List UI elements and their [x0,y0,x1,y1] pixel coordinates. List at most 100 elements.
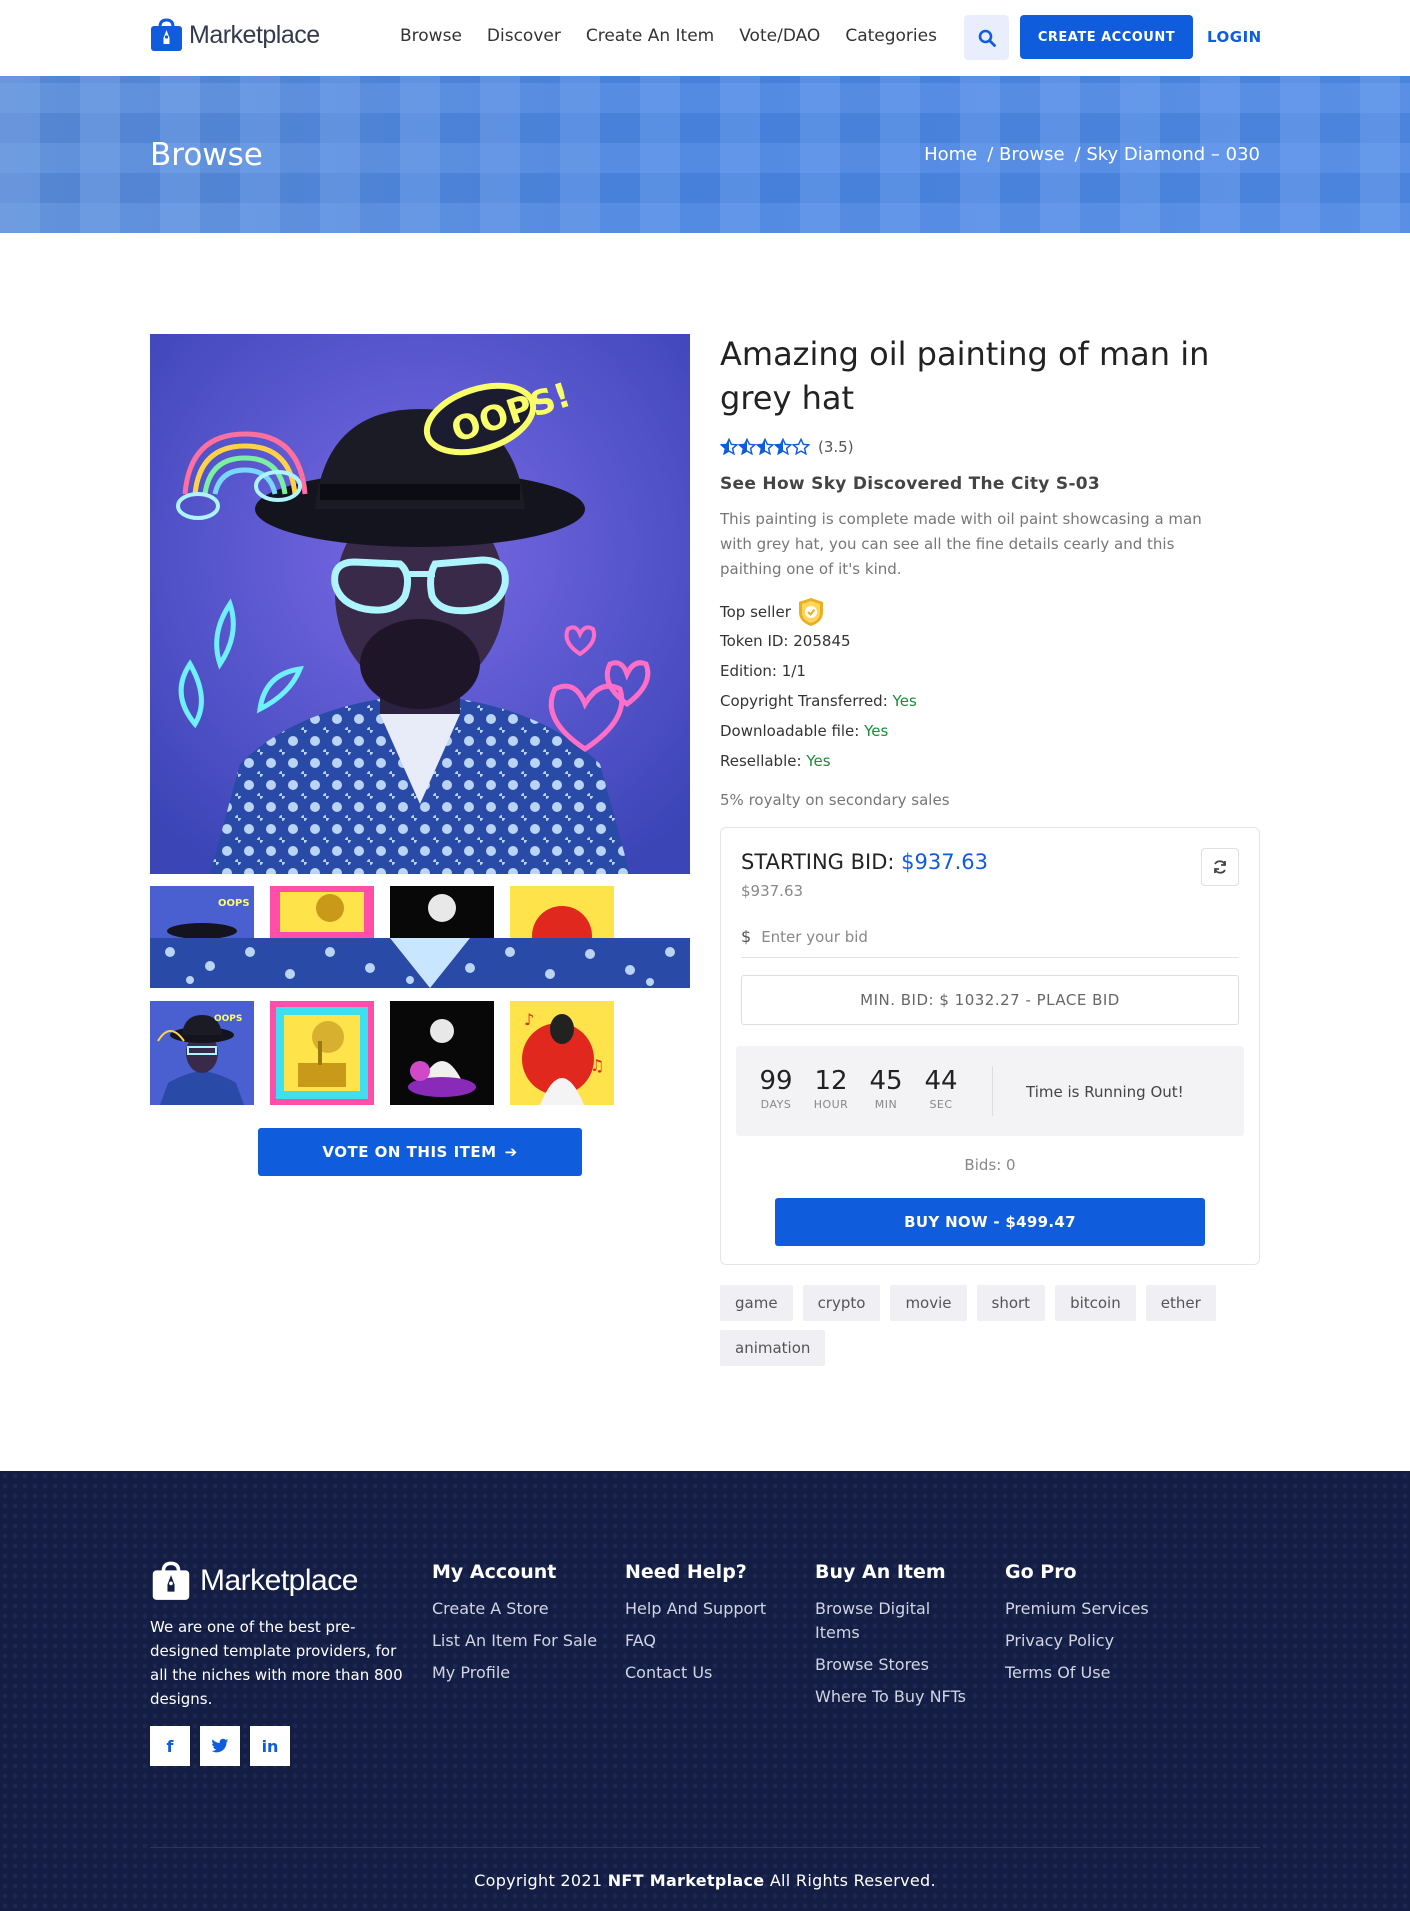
login-link[interactable]: LOGIN [1207,28,1262,46]
token-id: Token ID: 205845 [720,632,851,650]
thumbnail-2[interactable] [270,1001,374,1105]
timer-days-label: DAYS [760,1098,792,1111]
timer-seconds: 44 SEC [913,1066,969,1111]
timer-hours: 12 HOUR [803,1066,859,1111]
place-bid-button[interactable]: MIN. BID: $ 1032.27 - PLACE BID [741,975,1239,1025]
tag-short[interactable]: short [976,1285,1046,1321]
shopping-bag-icon [151,18,182,51]
image-strip: OOPS [150,886,690,988]
twitter-icon[interactable] [200,1726,240,1766]
vote-button[interactable]: VOTE ON THIS ITEM ➔ [258,1128,582,1176]
footer-divider [150,1847,1260,1848]
footer-col-title: Go Pro [1005,1561,1077,1583]
thumbnail-list: OOPS ♪ ♫ [150,1001,630,1105]
footer-link-privacy[interactable]: Privacy Policy [1005,1629,1175,1653]
page-title: Browse [150,137,263,173]
star-rating [720,438,810,456]
footer-about: We are one of the best pre-designed temp… [150,1618,403,1708]
footer-link-premium[interactable]: Premium Services [1005,1597,1175,1621]
timer-days-value: 99 [759,1066,793,1096]
svg-text:OOPS: OOPS [214,1014,242,1024]
create-account-button[interactable]: CREATE ACCOUNT [1020,15,1193,59]
star-half-icon [774,438,792,456]
resellable: Resellable: Yes [720,752,831,770]
product-main-image: OOPS! [150,334,690,874]
starting-bid-label: STARTING BID: [741,850,895,874]
countdown-timer: 99 DAYS 12 HOUR 45 MIN 44 SEC Time is Ru… [736,1046,1244,1136]
tag-movie[interactable]: movie [890,1285,967,1321]
footer-col-title: My Account [432,1561,557,1583]
footer-brand-name: Marketplace [200,1564,358,1597]
refresh-button[interactable] [1201,848,1239,886]
shield-badge-icon [798,598,823,626]
copyright-suffix: All Rights Reserved. [769,1871,936,1890]
tag-animation[interactable]: animation [720,1330,826,1366]
tag-bitcoin[interactable]: bitcoin [1055,1285,1136,1321]
linkedin-icon[interactable]: in [250,1726,290,1766]
nav-vote-dao[interactable]: Vote/DAO [739,26,820,46]
tag-ether[interactable]: ether [1145,1285,1216,1321]
svg-text:OOPS: OOPS [218,898,250,909]
token-id-value: 205845 [793,632,851,650]
rating-value: (3.5) [818,438,854,456]
resell-label: Resellable: [720,752,802,770]
timer-seconds-label: SEC [929,1098,953,1111]
tag-game[interactable]: game [720,1285,793,1321]
timer-minutes-label: MIN [874,1098,898,1111]
copyright-transferred: Copyright Transferred: Yes [720,692,917,710]
timer-days: 99 DAYS [748,1066,804,1111]
download-value: Yes [864,722,889,740]
refresh-icon [1214,860,1226,874]
royalty-note: 5% royalty on secondary sales [720,791,950,809]
footer-link-where-to-buy[interactable]: Where To Buy NFTs [815,1685,985,1709]
nav-discover[interactable]: Discover [487,26,561,46]
footer-link-contact[interactable]: Contact Us [625,1661,795,1685]
buy-now-button[interactable]: BUY NOW - $499.47 [775,1198,1205,1246]
nav-categories-label: Categories [845,26,937,46]
social-links: f in [150,1726,300,1766]
star-full-icon [720,438,738,456]
product-description: This painting is complete made with oil … [720,510,1202,578]
top-seller: Top seller [720,597,825,627]
starting-bid-price: $937.63 [901,850,989,874]
footer-link-list-item[interactable]: List An Item For Sale [432,1629,602,1653]
twitter-bird-icon [211,1738,229,1753]
nav-create-item[interactable]: Create An Item [586,26,714,46]
footer-link-terms[interactable]: Terms Of Use [1005,1661,1175,1685]
footer-link-browse-stores[interactable]: Browse Stores [815,1653,985,1677]
search-button[interactable] [964,15,1009,60]
footer-col-title: Need Help? [625,1561,747,1583]
top-seller-label: Top seller [720,603,791,621]
edition: Edition: 1/1 [720,662,806,680]
footer-link-my-profile[interactable]: My Profile [432,1661,602,1685]
timer-divider [992,1066,993,1116]
footer-link-create-store[interactable]: Create A Store [432,1597,602,1621]
thumbnail-3[interactable] [390,1001,494,1105]
footer-link-faq[interactable]: FAQ [625,1629,795,1653]
nav-browse[interactable]: Browse [400,26,462,46]
thumbnail-4[interactable]: ♪ ♫ [510,1001,614,1105]
thumbnail-1[interactable]: OOPS [150,1001,254,1105]
top-navbar: Marketplace Browse Discover Create An It… [0,0,1410,76]
star-full-icon [738,438,756,456]
footer-logo[interactable]: Marketplace [150,1561,358,1601]
facebook-icon[interactable]: f [150,1726,190,1766]
bid-input-placeholder: Enter your bid [761,927,868,946]
bid-input[interactable]: $ Enter your bid [741,916,1239,958]
starting-bid: STARTING BID: $937.63 [741,850,988,874]
breadcrumb-home[interactable]: Home [924,144,977,165]
timer-seconds-value: 44 [924,1066,958,1096]
copyright-label: Copyright Transferred: [720,692,888,710]
footer-link-browse-digital[interactable]: Browse Digital Items [815,1597,955,1645]
footer-link-help-support[interactable]: Help And Support [625,1597,795,1621]
timer-minutes: 45 MIN [858,1066,914,1111]
edition-label: Edition: [720,662,777,680]
footer-col-go-pro: Go Pro Premium Services Privacy Policy T… [1005,1561,1175,1693]
breadcrumb: Home / Browse / Sky Diamond – 030 [914,144,1260,165]
breadcrumb-browse[interactable]: / Browse [987,144,1064,165]
timer-message: Time is Running Out! [1026,1083,1184,1101]
downloadable-file: Downloadable file: Yes [720,722,888,740]
tag-crypto[interactable]: crypto [802,1285,881,1321]
brand-logo[interactable]: Marketplace [150,18,320,52]
edition-value: 1/1 [781,662,806,680]
